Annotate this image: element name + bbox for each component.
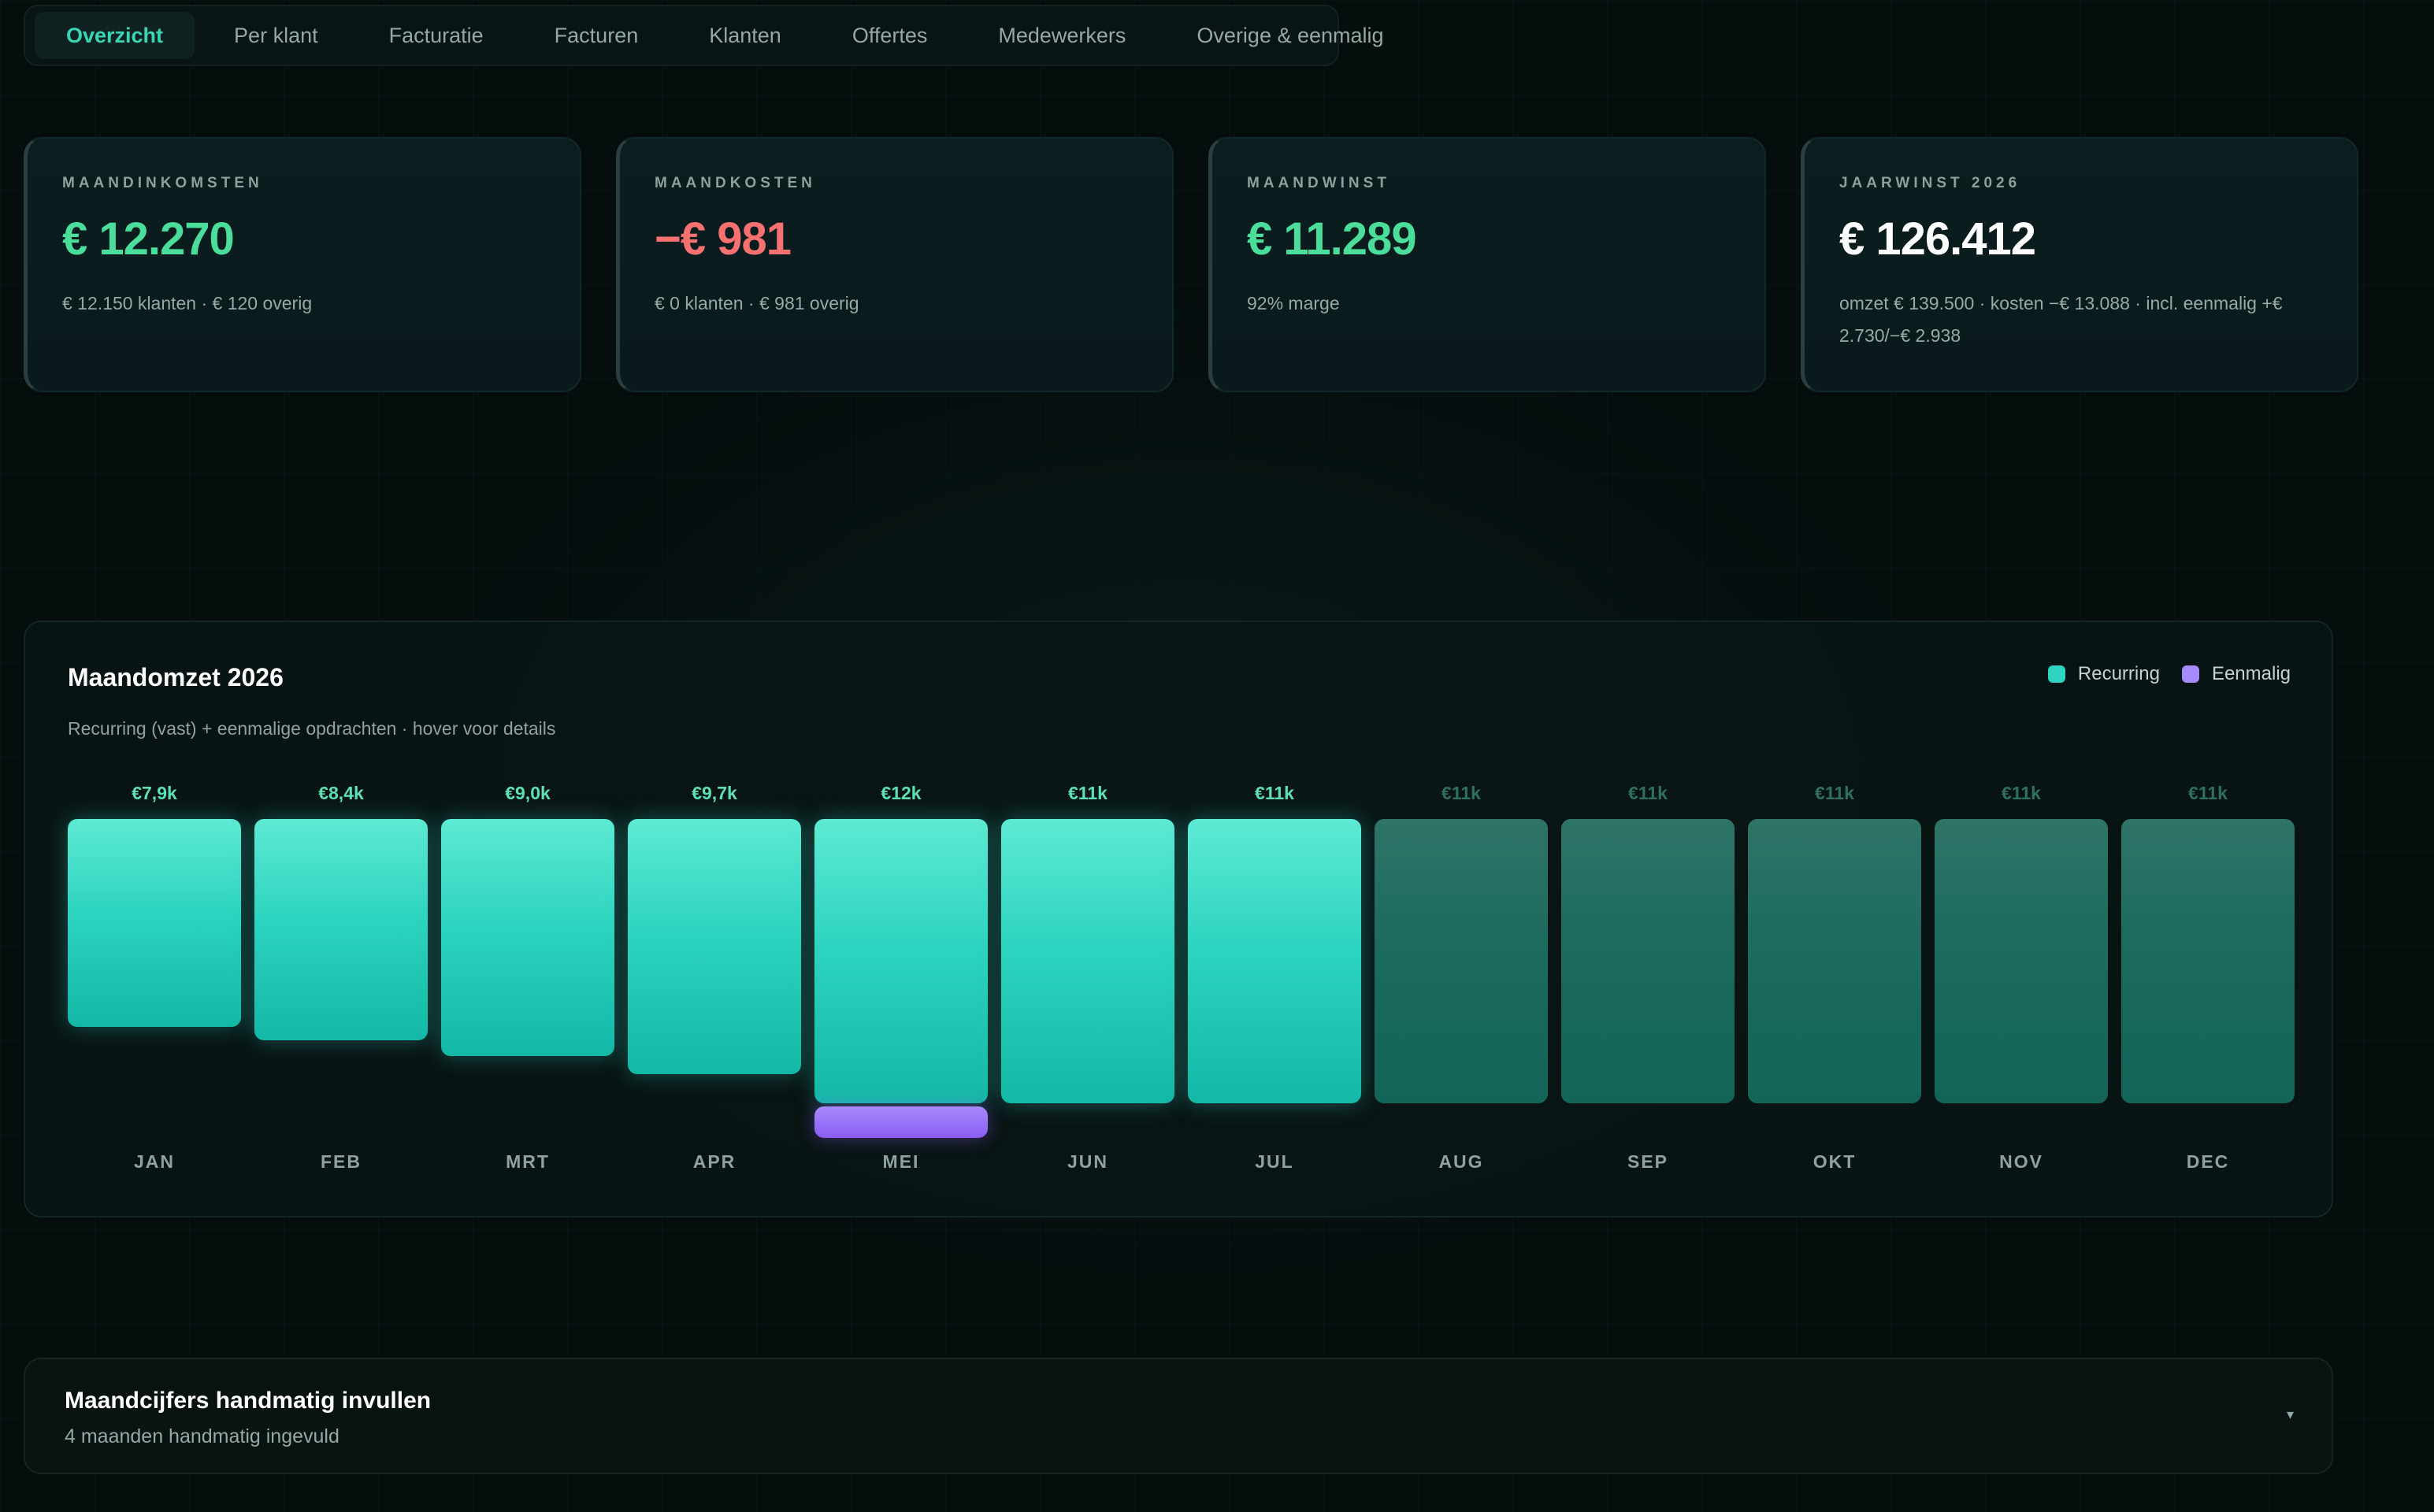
- manual-entry-panel[interactable]: Maandcijfers handmatig invullen 4 maande…: [24, 1358, 2333, 1474]
- manual-entry-title: Maandcijfers handmatig invullen: [65, 1388, 432, 1414]
- bar-value-label: €11k: [1255, 783, 1294, 803]
- bar-recurring-sep[interactable]: [1561, 819, 1735, 1103]
- kpi-value: € 11.289: [1247, 213, 1417, 265]
- x-axis-label: JUN: [1067, 1151, 1108, 1172]
- tab-overzicht[interactable]: Overzicht: [35, 12, 195, 59]
- kpi-card-annual-profit: JAARWINST 2026 € 126.412 omzet € 139.500 ·…: [1801, 137, 2358, 392]
- manual-entry-subtitle: 4 maanden handmatig ingevuld: [65, 1425, 339, 1447]
- kpi-subtext: € 12.150 klanten · € 120 overig: [62, 293, 313, 313]
- bar-recurring-nov[interactable]: [1935, 819, 2108, 1103]
- monthly-revenue-chart: Maandomzet 2026 Recurring (vast) + eenma…: [24, 621, 2333, 1217]
- kpi-card-profit: MAANDWINST € 11.289 92% marge: [1208, 137, 1766, 392]
- kpi-label: MAANDWINST: [1247, 175, 1390, 191]
- kpi-label: MAANDKOSTEN: [655, 175, 816, 191]
- bar-eenmalig-mei[interactable]: [814, 1106, 988, 1138]
- kpi-label: MAANDINKOMSTEN: [62, 175, 263, 191]
- chart-bars: €7,9k JAN €8,4k FEB €9,0k MRT €9,7k APR €12k MEI €…: [25, 622, 2332, 1216]
- bar-value-label: €11k: [1068, 783, 1108, 803]
- x-axis-label: OKT: [1813, 1151, 1857, 1172]
- bar-value-label: €11k: [2002, 783, 2041, 803]
- kpi-value: −€ 981: [655, 213, 792, 265]
- x-axis-label: APR: [692, 1151, 737, 1172]
- bar-value-label: €9,0k: [505, 783, 551, 803]
- tab-offertes[interactable]: Offertes: [821, 12, 959, 59]
- bar-recurring-apr[interactable]: [628, 819, 801, 1074]
- bar-recurring-aug[interactable]: [1375, 819, 1548, 1103]
- kpi-value: € 126.412: [1839, 213, 2036, 265]
- bar-value-label: €11k: [2188, 783, 2228, 803]
- bar-recurring-feb[interactable]: [254, 819, 428, 1040]
- x-axis-label: MRT: [506, 1151, 550, 1172]
- tab-facturatie[interactable]: Facturatie: [358, 12, 515, 59]
- x-axis-label: NOV: [1999, 1151, 2043, 1172]
- x-axis-label: SEP: [1627, 1151, 1669, 1172]
- bar-value-label: €7,9k: [132, 783, 177, 803]
- x-axis-label: AUG: [1438, 1151, 1484, 1172]
- x-axis-label: JUL: [1255, 1151, 1294, 1172]
- kpi-card-costs: MAANDKOSTEN −€ 981 € 0 klanten · € 981 ove…: [616, 137, 1174, 392]
- kpi-subtext: € 0 klanten · € 981 overig: [655, 293, 859, 313]
- x-axis-label: FEB: [321, 1151, 362, 1172]
- bar-recurring-jul[interactable]: [1188, 819, 1361, 1103]
- x-axis-label: JAN: [133, 1151, 175, 1172]
- kpi-card-income: MAANDINKOMSTEN € 12.270 € 12.150 klanten ·…: [24, 137, 581, 392]
- main-tabs: Overzicht Per klant Facturatie Facturen Klan…: [24, 5, 1384, 66]
- kpi-value: € 12.270: [62, 213, 235, 265]
- chevron-down-icon[interactable]: ▾: [2287, 1406, 2294, 1423]
- tab-medewerkers[interactable]: Medewerkers: [967, 12, 1157, 59]
- kpi-subtext: omzet € 139.500 · kosten −€ 13.088 · inc…: [1839, 293, 2283, 346]
- bar-value-label: €12k: [881, 783, 922, 803]
- bar-value-label: €11k: [1441, 783, 1481, 803]
- kpi-subtext: 92% marge: [1247, 293, 1340, 313]
- bar-recurring-mrt[interactable]: [441, 819, 614, 1056]
- bar-value-label: €9,7k: [692, 783, 737, 803]
- x-axis-label: MEI: [882, 1151, 920, 1172]
- bar-value-label: €11k: [1628, 783, 1668, 803]
- bar-recurring-jan[interactable]: [68, 819, 241, 1027]
- tab-overige-eenmalig[interactable]: Overige & eenmalig: [1165, 12, 1415, 59]
- bar-value-label: €11k: [1815, 783, 1854, 803]
- bar-recurring-mei[interactable]: [814, 819, 988, 1103]
- kpi-label: JAARWINST 2026: [1839, 175, 2021, 191]
- bar-recurring-dec[interactable]: [2121, 819, 2295, 1103]
- bar-value-label: €8,4k: [318, 783, 364, 803]
- kpi-cards: MAANDINKOMSTEN € 12.270 € 12.150 klanten ·…: [24, 137, 2358, 392]
- x-axis-label: DEC: [2186, 1151, 2230, 1172]
- tab-per-klant[interactable]: Per klant: [202, 12, 350, 59]
- tab-klanten[interactable]: Klanten: [677, 12, 813, 59]
- bar-recurring-okt[interactable]: [1748, 819, 1921, 1103]
- tab-facturen[interactable]: Facturen: [523, 12, 670, 59]
- bar-recurring-jun[interactable]: [1001, 819, 1174, 1103]
